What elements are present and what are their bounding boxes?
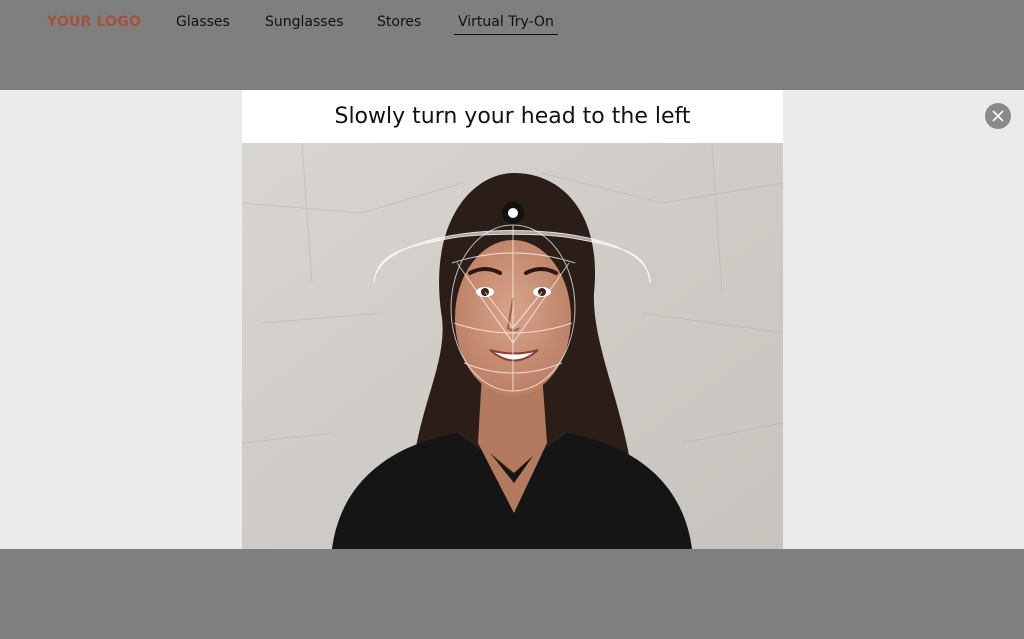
close-icon (992, 110, 1004, 122)
nav-item-virtual-try-on[interactable]: Virtual Try-On (454, 14, 558, 35)
try-on-modal: Slowly turn your head to the left (242, 90, 783, 549)
close-button[interactable] (985, 103, 1011, 129)
nav-item-glasses[interactable]: Glasses (176, 14, 230, 30)
brand-logo[interactable]: YOUR LOGO (47, 14, 141, 30)
camera-preview (242, 143, 783, 549)
top-navigation: YOUR LOGO Glasses Sunglasses Stores Virt… (0, 0, 1024, 90)
nav-item-stores[interactable]: Stores (377, 14, 421, 30)
instruction-title: Slowly turn your head to the left (334, 104, 691, 129)
nav-item-sunglasses[interactable]: Sunglasses (265, 14, 343, 30)
footer-area (0, 549, 1024, 639)
